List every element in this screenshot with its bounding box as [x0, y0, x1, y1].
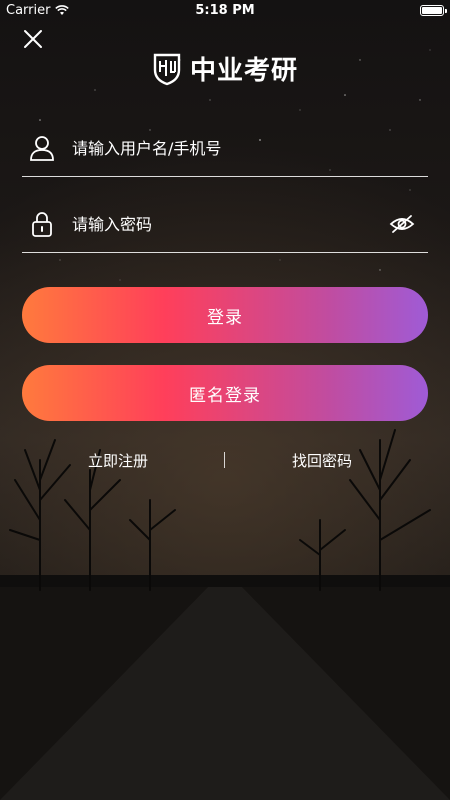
password-input[interactable] — [72, 214, 388, 234]
register-link[interactable]: 立即注册 — [88, 450, 148, 471]
links-divider — [224, 452, 225, 468]
login-button[interactable]: 登录 — [22, 287, 428, 343]
anonymous-login-button[interactable]: 匿名登录 — [22, 365, 428, 421]
account-links: 立即注册 找回密码 — [22, 448, 428, 474]
lock-icon — [28, 210, 56, 238]
forgot-password-link[interactable]: 找回密码 — [292, 450, 352, 471]
user-icon — [28, 134, 56, 162]
username-input[interactable] — [72, 138, 428, 158]
username-field — [22, 120, 428, 177]
app-logo: 中业考研 — [0, 50, 450, 87]
shield-emblem-icon — [153, 53, 181, 85]
close-button[interactable] — [20, 26, 46, 52]
close-icon — [24, 30, 42, 48]
status-bar: Carrier 5:18 PM — [0, 0, 450, 22]
logo-text: 中业考研 — [189, 56, 298, 86]
status-time: 5:18 PM — [195, 3, 255, 18]
battery-icon — [420, 5, 447, 16]
eye-off-icon — [389, 215, 415, 233]
night-road-background — [0, 429, 450, 800]
toggle-password-visibility[interactable] — [388, 210, 416, 238]
password-field — [22, 196, 428, 253]
